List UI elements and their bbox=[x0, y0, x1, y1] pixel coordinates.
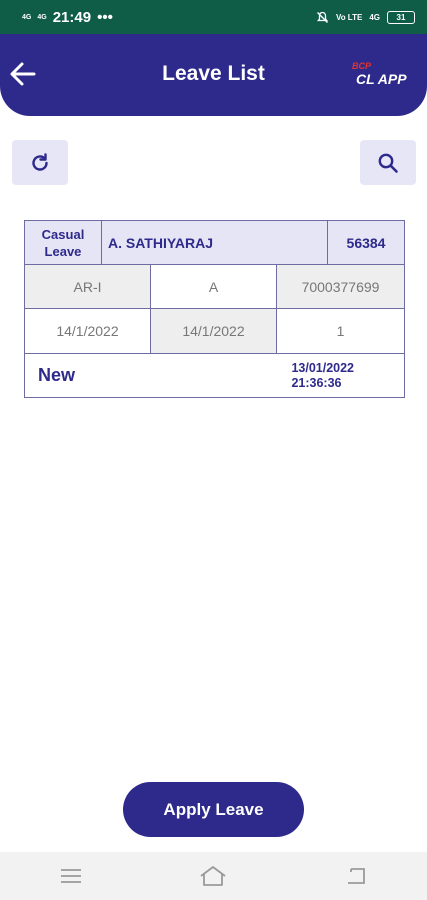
from-date-cell: 14/1/2022 bbox=[25, 309, 151, 354]
app-header: Leave List BCP CL APP bbox=[0, 34, 427, 116]
to-date-cell: 14/1/2022 bbox=[151, 309, 277, 354]
back-nav-button[interactable] bbox=[336, 861, 376, 891]
system-nav-bar bbox=[0, 852, 427, 900]
menu-icon bbox=[61, 869, 82, 883]
applied-time: 21:36:36 bbox=[291, 375, 342, 390]
network-label-right: 4G bbox=[369, 12, 380, 22]
network-indicator-1: 4G bbox=[22, 14, 31, 21]
back-icon bbox=[347, 868, 365, 884]
leave-type-line1: Casual bbox=[41, 226, 85, 242]
leave-type-cell: Casual Leave bbox=[25, 221, 102, 265]
refresh-icon bbox=[32, 152, 48, 171]
clock: 21:49 bbox=[52, 8, 92, 26]
shift-cell: A bbox=[151, 265, 277, 309]
leave-card-status-row: New 13/01/2022 21:36:36 bbox=[25, 354, 404, 397]
battery-icon: 31 bbox=[387, 10, 415, 24]
app-logo: BCP CL APP bbox=[352, 62, 418, 90]
phone-cell: 7000377699 bbox=[277, 265, 404, 309]
home-nav-button[interactable] bbox=[193, 861, 233, 891]
status-badge: New bbox=[38, 365, 76, 385]
days-cell: 1 bbox=[277, 309, 404, 354]
mute-icon bbox=[316, 11, 329, 23]
menu-nav-button[interactable] bbox=[51, 861, 91, 891]
status-bar: 4G 4G 21:49 ••• Vo LTE 4G 31 bbox=[0, 0, 427, 34]
search-button[interactable] bbox=[360, 140, 416, 185]
status-bar-right: Vo LTE 4G 31 bbox=[316, 10, 415, 24]
battery-level: 31 bbox=[396, 12, 406, 22]
applied-date: 13/01/2022 bbox=[291, 360, 354, 375]
network-label-1: 4G bbox=[22, 13, 32, 21]
refresh-button[interactable] bbox=[12, 140, 68, 185]
leave-card-header-row: Casual Leave A. SATHIYARAJ 56384 bbox=[25, 221, 404, 265]
leave-type-line2: Leave bbox=[44, 243, 82, 259]
notification-dots-icon: ••• bbox=[97, 8, 113, 26]
unit-cell: AR-I bbox=[25, 265, 151, 309]
status-bar-left: 4G 4G 21:49 ••• bbox=[22, 9, 113, 26]
apply-leave-button[interactable]: Apply Leave bbox=[123, 782, 304, 837]
search-icon bbox=[378, 153, 398, 173]
home-icon bbox=[200, 866, 227, 886]
leave-type-text: Casual Leave bbox=[42, 226, 85, 260]
network-label-2: 4G bbox=[37, 13, 47, 21]
leave-card-date-row: 14/1/2022 14/1/2022 1 bbox=[25, 309, 404, 354]
leave-card-info-row: AR-I A 7000377699 bbox=[25, 265, 404, 309]
leave-card[interactable]: Casual Leave A. SATHIYARAJ 56384 AR-I A … bbox=[24, 220, 405, 398]
volte-label: Vo LTE bbox=[335, 12, 363, 22]
applied-timestamp: 13/01/2022 21:36:36 bbox=[291, 361, 354, 391]
logo-text: CL APP bbox=[356, 71, 407, 87]
logo-subtext: BCP bbox=[352, 61, 372, 71]
network-indicator-2: 4G bbox=[37, 14, 46, 21]
employee-name-cell: A. SATHIYARAJ bbox=[102, 221, 328, 265]
employee-id-cell: 56384 bbox=[328, 221, 404, 265]
